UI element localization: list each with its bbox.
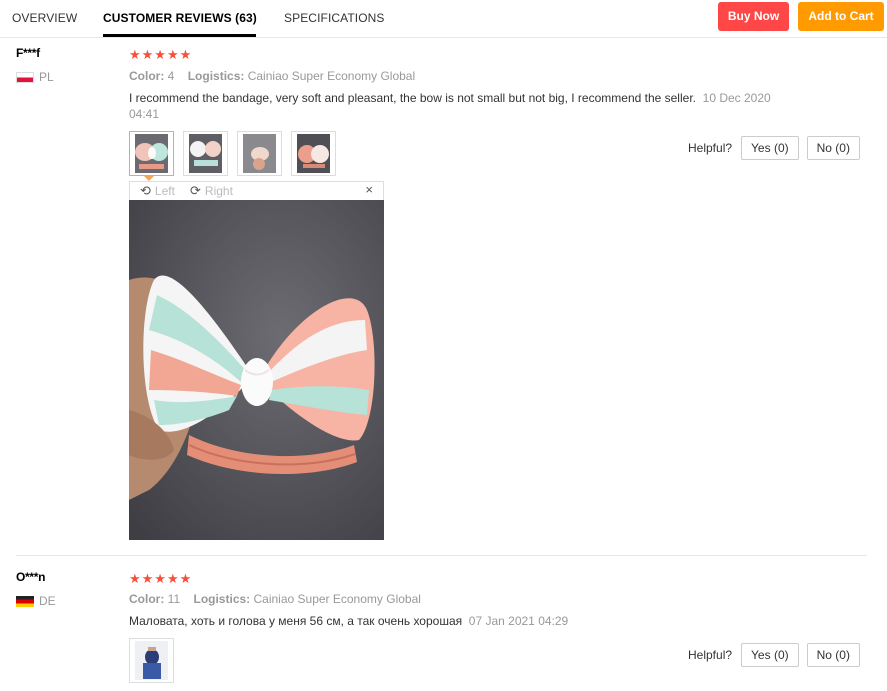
bow-photo-thumbnail-image <box>297 134 330 173</box>
review-text: Маловата, хоть и голова у меня 56 см, а … <box>129 613 789 629</box>
poland-flag-icon <box>16 71 34 83</box>
review-text: I recommend the bandage, very soft and p… <box>129 90 789 122</box>
helpful-votes: Helpful? Yes (0) No (0) <box>688 136 868 160</box>
tab-overview[interactable]: OVERVIEW <box>12 11 77 25</box>
rotate-left-label: Left <box>154 184 175 198</box>
helpful-no-button[interactable]: No (0) <box>806 643 860 667</box>
rotate-right-button[interactable]: ⟳ Right <box>190 183 233 199</box>
review-photo-large <box>129 200 384 540</box>
helpful-yes-button[interactable]: Yes (0) <box>741 136 799 160</box>
close-icon[interactable]: × <box>365 182 373 197</box>
rotate-right-label: Right <box>204 184 233 198</box>
star-rating: ★★★★★ <box>129 47 193 62</box>
review-photo-thumbnails <box>129 131 345 176</box>
helpful-yes-button[interactable]: Yes (0) <box>741 643 799 667</box>
review-meta: Color: 11 Logistics: Cainiao Super Econo… <box>129 592 421 606</box>
logistics-value: Cainiao Super Economy Global <box>253 592 421 606</box>
bow-headband-photo <box>129 200 384 540</box>
country-code: DE <box>39 594 56 608</box>
review-meta: Color: 4 Logistics: Cainiao Super Econom… <box>129 69 415 83</box>
review-photo-thumbnail[interactable] <box>291 131 336 176</box>
color-label: Color: <box>129 592 165 606</box>
reviewer-country: DE <box>16 594 56 608</box>
buy-now-button[interactable]: Buy Now <box>718 2 789 31</box>
bow-photo-thumbnail-image <box>189 134 222 173</box>
tab-specifications[interactable]: SPECIFICATIONS <box>284 11 385 25</box>
review-body: I recommend the bandage, very soft and p… <box>129 91 696 105</box>
helpful-label: Helpful? <box>688 141 733 155</box>
review-photo-thumbnail[interactable] <box>129 638 174 683</box>
color-value: 4 <box>167 69 175 83</box>
bow-photo-thumbnail-image <box>243 134 276 173</box>
selfie-photo-thumbnail-image <box>135 641 168 680</box>
active-tab-indicator <box>103 34 256 37</box>
rotate-left-button[interactable]: ⟲ Left <box>140 183 175 199</box>
color-label: Color: <box>129 69 165 83</box>
helpful-no-button[interactable]: No (0) <box>806 136 860 160</box>
review-photo-thumbnail[interactable] <box>129 131 174 176</box>
logistics-label: Logistics: <box>193 592 251 606</box>
logistics-value: Cainiao Super Economy Global <box>247 69 416 83</box>
review-photo-thumbnails <box>129 638 183 683</box>
tab-bar: OVERVIEW CUSTOMER REVIEWS (63) SPECIFICA… <box>0 0 887 38</box>
reviewer-name: F***f <box>16 46 40 60</box>
country-code: PL <box>39 70 54 84</box>
review-body: Маловата, хоть и голова у меня 56 см, а … <box>129 614 463 628</box>
photo-viewer-toolbar: ⟲ Left ⟳ Right × <box>129 181 384 200</box>
germany-flag-icon <box>16 595 34 607</box>
helpful-votes: Helpful? Yes (0) No (0) <box>688 643 868 667</box>
rotate-left-icon: ⟲ <box>140 183 151 198</box>
review-divider <box>16 555 867 556</box>
review-photo-thumbnail[interactable] <box>183 131 228 176</box>
review-photo-thumbnail[interactable] <box>237 131 282 176</box>
reviewer-country: PL <box>16 70 54 84</box>
star-rating: ★★★★★ <box>129 571 193 586</box>
add-to-cart-button[interactable]: Add to Cart <box>798 2 884 31</box>
tab-customer-reviews[interactable]: CUSTOMER REVIEWS (63) <box>103 11 257 25</box>
logistics-label: Logistics: <box>187 69 245 83</box>
helpful-label: Helpful? <box>688 648 733 662</box>
review-date: 07 Jan 2021 04:29 <box>468 614 569 628</box>
color-value: 11 <box>167 592 181 606</box>
reviewer-name: O***n <box>16 570 46 584</box>
rotate-right-icon: ⟳ <box>190 183 201 198</box>
bow-photo-thumbnail-image <box>135 134 168 173</box>
